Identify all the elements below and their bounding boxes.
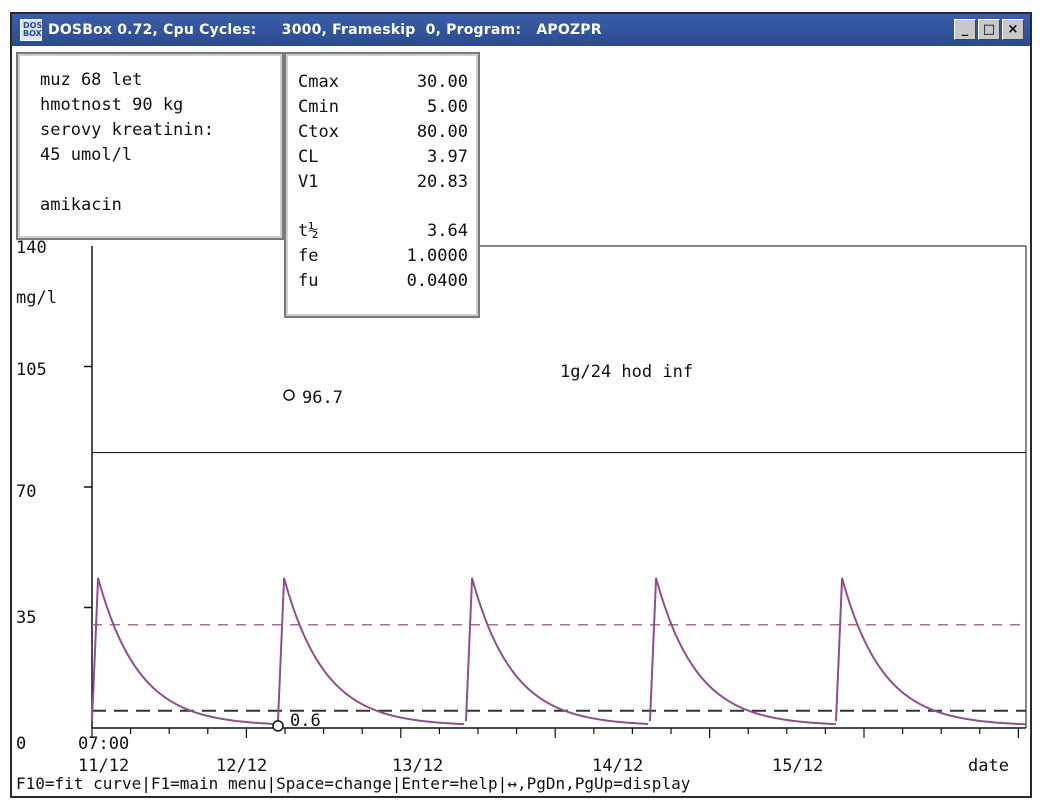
start-time-label: 07:00 [78, 734, 130, 754]
param-row-cmax: Cmax 30.00 [298, 70, 468, 95]
y-axis-top-label: 140 [16, 238, 47, 258]
y-axis-unit-label: mg/l [16, 288, 57, 308]
param-value: 30.00 [416, 72, 468, 92]
param-name: t½ [298, 221, 319, 241]
patient-line: serovy kreatinin: [40, 120, 214, 140]
param-value: 20.83 [416, 172, 468, 192]
param-row-cmin: Cmin 5.00 [298, 95, 468, 120]
measured-point-marker [283, 389, 295, 401]
y-tick-label: 35 [16, 608, 37, 628]
concentration-curve-segment [277, 577, 465, 726]
measured-point-marker [272, 720, 284, 732]
param-value: 3.64 [427, 221, 468, 241]
display-nav-key[interactable]: ↔,PgDn,PgUp=display [507, 774, 690, 793]
patient-line: 45 umol/l [40, 145, 133, 165]
title-bar[interactable]: DOS BOX DOSBox 0.72, Cpu Cycles: 3000, Fr… [12, 14, 1030, 46]
dosbox-window: DOS BOX DOSBox 0.72, Cpu Cycles: 3000, Fr… [10, 12, 1032, 798]
param-row-half-life: t½ 3.64 [298, 219, 468, 244]
regimen-label: 1g/24 hod inf [560, 362, 694, 382]
patient-line: hmotnost 90 kg [40, 95, 184, 115]
fit-curve-key[interactable]: F10=fit curve [16, 774, 141, 793]
param-row-fe: fe 1.0000 [298, 244, 468, 269]
param-name: fu [298, 271, 319, 291]
concentration-curve-segment [649, 577, 837, 726]
trough-point-label: 0.6 [290, 711, 321, 731]
param-name: V1 [298, 172, 319, 192]
param-name: Cmax [298, 72, 339, 92]
concentration-curve-segment [91, 577, 279, 726]
drug-name: amikacin [40, 195, 122, 215]
window-title: DOSBox 0.72, Cpu Cycles: 3000, Frameskip… [48, 22, 602, 38]
param-row-v1: V1 20.83 [298, 170, 468, 195]
maximize-button[interactable]: □ [978, 19, 1000, 40]
function-key-bar: F10=fit curve|F1=main menu|Space=change|… [16, 774, 691, 793]
concentration-curve-segment [835, 577, 1027, 726]
change-key[interactable]: Space=change [276, 774, 392, 793]
param-name: Cmin [298, 97, 339, 117]
dosbox-app-icon: DOS BOX [20, 19, 42, 41]
patient-info-panel: muz 68 let hmotnost 90 kg serovy kreatin… [16, 52, 284, 240]
minimize-button[interactable]: _ [954, 19, 976, 40]
close-button[interactable]: × [1002, 19, 1024, 40]
param-row-fu: fu 0.0400 [298, 269, 468, 294]
help-key[interactable]: Enter=help [401, 774, 497, 793]
param-value: 1.0000 [406, 246, 468, 266]
main-menu-key[interactable]: F1=main menu [151, 774, 267, 793]
y-tick-label: 105 [16, 360, 47, 380]
window-controls: _ □ × [954, 19, 1024, 40]
param-name: CL [298, 147, 319, 167]
param-value: 3.97 [427, 147, 468, 167]
y-tick-label: 0 [16, 734, 27, 754]
y-tick-label: 70 [16, 482, 37, 502]
param-row-ctox: Ctox 80.00 [298, 120, 468, 145]
patient-line [40, 168, 282, 193]
concentration-curve-segment [465, 577, 649, 725]
dos-screen: muz 68 let hmotnost 90 kg serovy kreatin… [12, 46, 1030, 796]
peak-point-label: 96.7 [302, 388, 343, 408]
param-value: 5.00 [427, 97, 468, 117]
patient-line: muz 68 let [40, 70, 143, 90]
pk-parameters-panel: Cmax 30.00 Cmin 5.00 Ctox 80.00 CL 3.97 V1 20… [284, 52, 480, 318]
param-value: 0.0400 [406, 271, 468, 291]
param-name: Ctox [298, 122, 339, 142]
param-value: 80.00 [416, 122, 468, 142]
param-name: fe [298, 246, 319, 266]
param-row-cl: CL 3.97 [298, 145, 468, 170]
